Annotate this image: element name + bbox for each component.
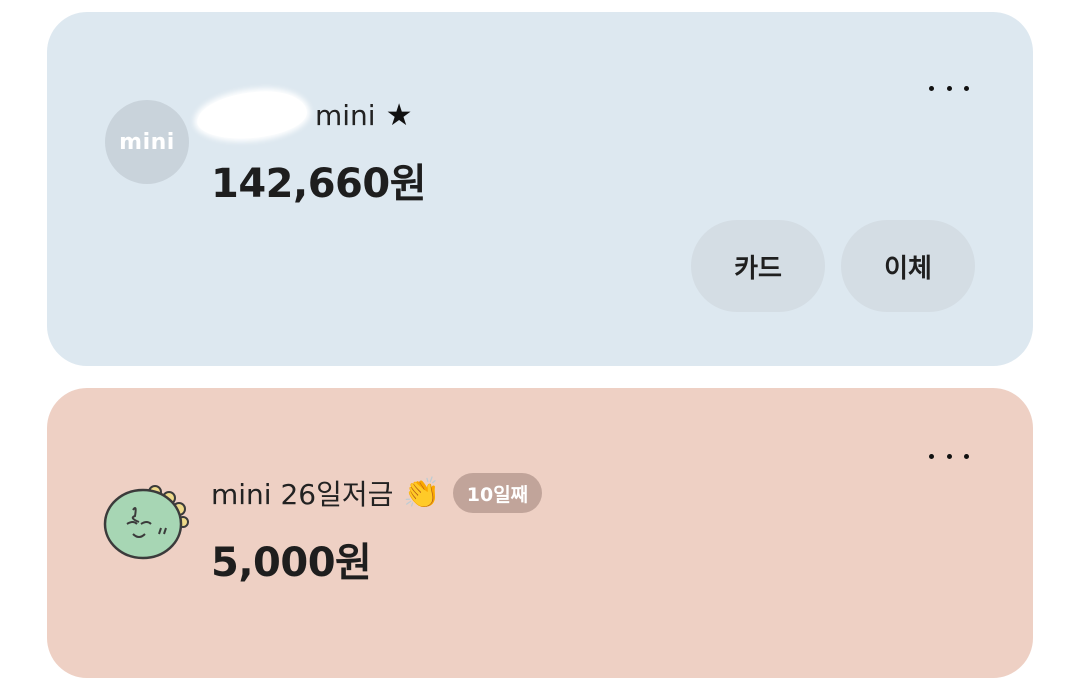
green-character-avatar-icon bbox=[103, 476, 189, 560]
character-svg bbox=[103, 485, 189, 560]
more-dot bbox=[964, 453, 969, 459]
redacted-name-mark bbox=[195, 89, 309, 141]
streak-badge: 10일째 bbox=[452, 473, 543, 513]
more-dot bbox=[929, 85, 934, 91]
mini-account-card[interactable]: mini mini ★ 142,660원 카드 이체 bbox=[47, 12, 1033, 366]
account-balance: 5,000원 bbox=[211, 540, 372, 586]
account-name: mini bbox=[315, 98, 376, 132]
more-dot bbox=[929, 453, 934, 459]
mini-avatar-icon: mini bbox=[105, 100, 189, 184]
clap-icon: 👏 bbox=[403, 475, 441, 511]
more-options-icon[interactable] bbox=[929, 78, 969, 98]
card-button[interactable]: 카드 bbox=[691, 220, 825, 312]
more-dot bbox=[946, 453, 952, 459]
account-name-row: mini 26일저금 👏 10일째 bbox=[211, 470, 543, 516]
account-name: mini 26일저금 bbox=[211, 478, 394, 511]
savings-account-card[interactable]: mini 26일저금 👏 10일째 5,000원 bbox=[47, 388, 1033, 678]
more-options-icon[interactable] bbox=[929, 446, 969, 466]
account-balance: 142,660원 bbox=[211, 161, 427, 207]
more-dot bbox=[964, 85, 969, 91]
star-icon: ★ bbox=[385, 97, 413, 133]
transfer-button[interactable]: 이체 bbox=[841, 220, 975, 312]
more-dot bbox=[946, 85, 952, 91]
account-name-row: mini ★ bbox=[195, 89, 413, 141]
